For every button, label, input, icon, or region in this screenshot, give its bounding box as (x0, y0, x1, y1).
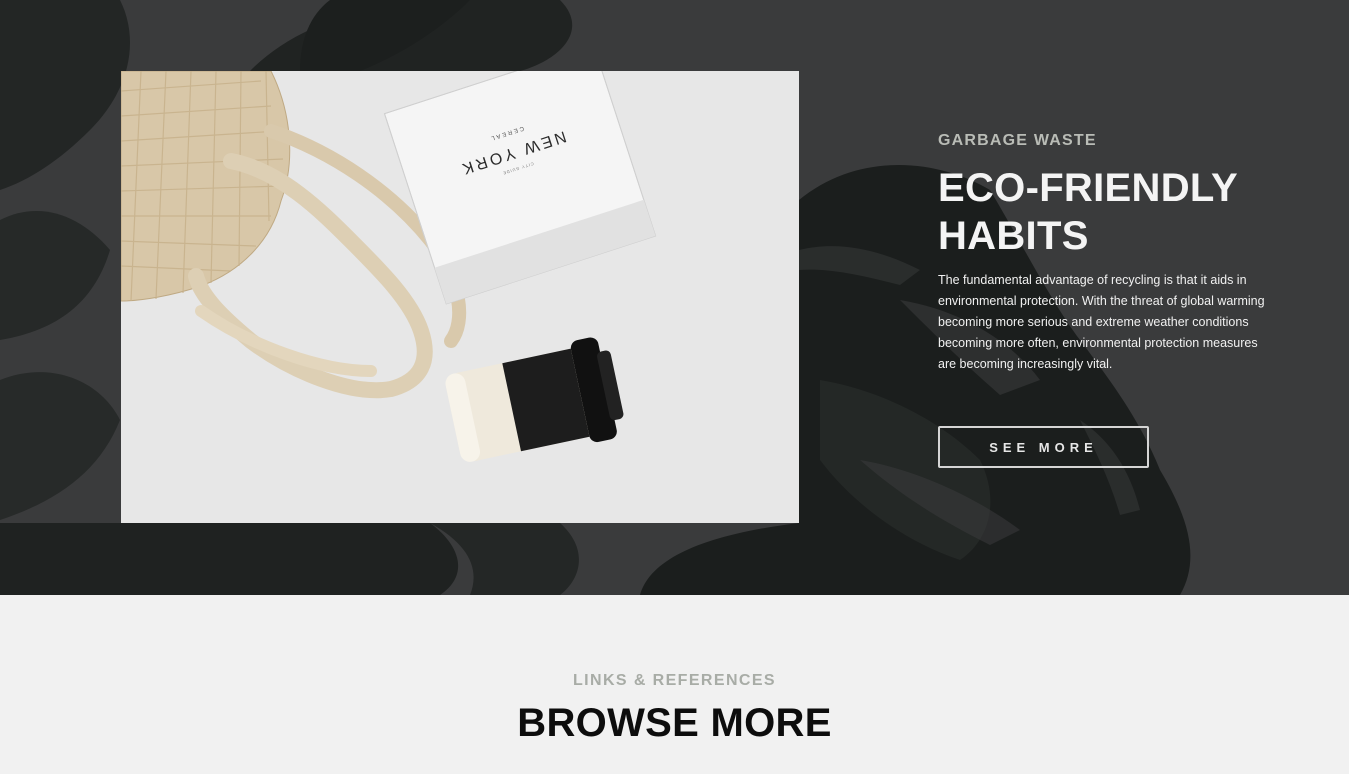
links-section: LINKS & REFERENCES BROWSE MORE (0, 595, 1349, 774)
hero-title-line2: HABITS (938, 214, 1089, 258)
hero-title-line1: ECO-FRIENDLY (938, 166, 1238, 210)
see-more-button[interactable]: SEE MORE (938, 426, 1149, 468)
hero-description: The fundamental advantage of recycling i… (938, 273, 1265, 371)
hero-title: ECO-FRIENDLY HABITS (938, 164, 1278, 260)
hero-eyebrow: GARBAGE WASTE (938, 132, 1097, 149)
hero-info: GARBAGE WASTE ECO-FRIENDLY HABITS The fu… (938, 132, 1278, 468)
product-photo: NEW YORK CEREAL CITY GUIDE (121, 71, 799, 523)
links-title: BROWSE MORE (517, 701, 832, 745)
links-eyebrow: LINKS & REFERENCES (573, 672, 776, 689)
hero-section: NEW YORK CEREAL CITY GUIDE GARBAGE WASTE… (0, 0, 1349, 595)
